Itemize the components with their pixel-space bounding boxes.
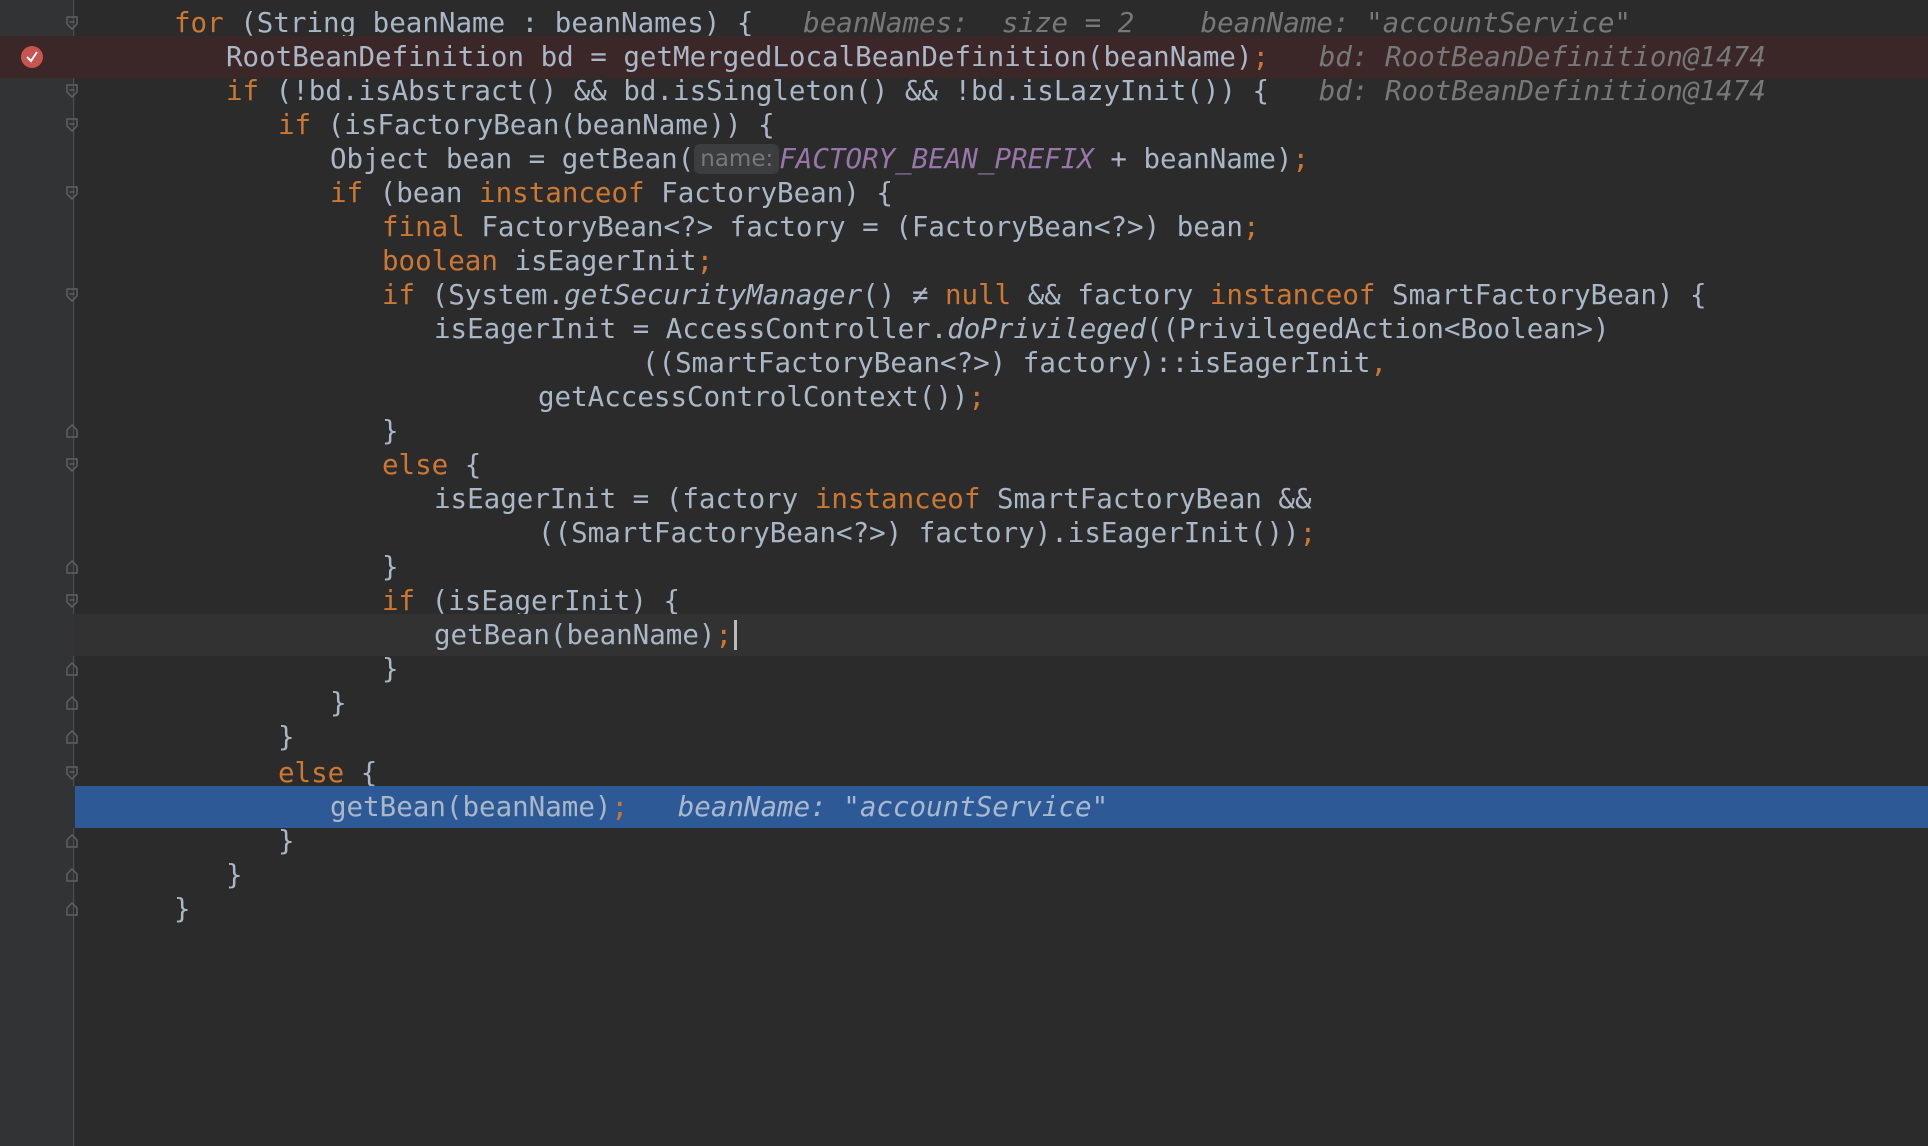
text-caret <box>734 620 738 650</box>
static-method-call: doPrivileged <box>947 313 1146 345</box>
code-fragment: RootBeanDefinition bd = getMergedLocalBe… <box>226 41 1253 73</box>
code-fragment: ((PrivilegedAction<Boolean>) <box>1145 313 1610 345</box>
code-fragment: { <box>344 757 378 789</box>
code-fragment: SmartFactoryBean) { <box>1375 279 1707 311</box>
breakpoint-icon[interactable] <box>21 46 43 68</box>
code-fragment: ((SmartFactoryBean<?>) factory)::isEager… <box>642 347 1371 379</box>
fold-end-icon[interactable] <box>66 560 78 574</box>
debug-inline-value: bd: RootBeanDefinition@1474 <box>1269 75 1766 107</box>
code-fragment: } <box>278 825 295 857</box>
code-fragment: } <box>226 859 243 891</box>
code-fragment: (!bd.isAbstract() && bd.isSingleton() &&… <box>259 75 1270 107</box>
code-fragment: (isFactoryBean(beanName)) { <box>311 109 775 141</box>
keyword-boolean: boolean <box>382 245 498 277</box>
keyword-else: else <box>278 757 345 789</box>
keyword-else: else <box>382 449 449 481</box>
keyword-instanceof: instanceof <box>479 177 645 209</box>
parameter-hint: name: <box>694 144 780 174</box>
code-fragment: getBean(beanName) <box>330 791 612 823</box>
debug-inline-value: beanNames: size = 2 beanName: "accountSe… <box>753 7 1631 39</box>
code-fragment: isEagerInit = AccessController. <box>434 313 948 345</box>
code-fragment: { <box>448 449 482 481</box>
keyword-if: if <box>278 109 312 141</box>
code-fragment: (System. <box>415 279 565 311</box>
code-fragment: () ≠ <box>862 279 945 311</box>
semicolon: ; <box>715 619 733 651</box>
code-fragment: + beanName) <box>1093 143 1293 175</box>
semicolon: ; <box>1299 517 1317 549</box>
fold-end-icon[interactable] <box>66 868 78 882</box>
keyword-instanceof: instanceof <box>1209 279 1376 311</box>
fold-end-icon[interactable] <box>66 424 78 438</box>
fold-start-icon[interactable] <box>66 594 78 608</box>
keyword-instanceof: instanceof <box>814 483 981 515</box>
semicolon: ; <box>611 791 629 823</box>
keyword-if: if <box>226 75 260 107</box>
fold-end-icon[interactable] <box>66 730 78 744</box>
code-line-27[interactable]: } <box>0 888 1928 930</box>
code-editor[interactable]: ··· for (String beanName : beanNames) { … <box>0 0 1928 1146</box>
code-fragment: Object bean = getBean( <box>330 143 695 175</box>
code-fragment: getAccessControlContext()) <box>538 381 969 413</box>
code-fragment: isEagerInit = (factory <box>434 483 815 515</box>
code-fragment: } <box>174 893 191 925</box>
keyword-final: final <box>382 211 465 243</box>
fold-start-icon[interactable] <box>66 84 78 98</box>
keyword-null: null <box>944 279 1012 311</box>
code-fragment: } <box>382 653 399 685</box>
semicolon: ; <box>1252 41 1270 73</box>
static-method-call: getSecurityManager <box>564 279 863 311</box>
keyword-if: if <box>382 585 416 617</box>
fold-start-icon[interactable] <box>66 118 78 132</box>
code-text: } <box>174 888 191 930</box>
keyword-for: for <box>174 7 224 39</box>
fold-start-icon[interactable] <box>66 766 78 780</box>
constant-reference: FACTORY_BEAN_PREFIX <box>779 143 1094 175</box>
keyword-if: if <box>330 177 364 209</box>
debug-inline-value: bd: RootBeanDefinition@1474 <box>1269 41 1766 73</box>
code-fragment: isEagerInit <box>497 245 697 277</box>
fold-end-icon[interactable] <box>66 834 78 848</box>
code-fragment: FactoryBean) { <box>644 177 893 209</box>
fold-start-icon[interactable] <box>66 186 78 200</box>
semicolon: ; <box>1292 143 1310 175</box>
code-fragment: SmartFactoryBean && <box>980 483 1312 515</box>
fold-start-icon[interactable] <box>66 458 78 472</box>
debug-inline-value: beanName: "accountService" <box>628 791 1109 823</box>
code-fragment: getBean(beanName) <box>434 619 716 651</box>
code-fragment: (isEagerInit) { <box>415 585 681 617</box>
fold-start-icon[interactable] <box>66 288 78 302</box>
semicolon: ; <box>696 245 714 277</box>
code-fragment: (bean <box>363 177 480 209</box>
fold-end-icon[interactable] <box>66 696 78 710</box>
keyword-if: if <box>382 279 416 311</box>
comma: , <box>1370 347 1388 379</box>
fold-start-icon[interactable] <box>66 16 78 30</box>
code-fragment: FactoryBean<?> factory = (FactoryBean<?>… <box>464 211 1243 243</box>
fold-end-icon[interactable] <box>66 662 78 676</box>
code-fragment: } <box>382 415 399 447</box>
code-fragment: ((SmartFactoryBean<?>) factory).isEagerI… <box>538 517 1300 549</box>
code-fragment: } <box>278 721 295 753</box>
code-fragment: (String beanName : beanNames) { <box>223 7 754 39</box>
code-fragment: } <box>382 551 399 583</box>
semicolon: ; <box>968 381 986 413</box>
semicolon: ; <box>1242 211 1260 243</box>
code-fragment: && factory <box>1011 279 1210 311</box>
code-fragment: } <box>330 687 347 719</box>
fold-end-icon[interactable] <box>66 902 78 916</box>
